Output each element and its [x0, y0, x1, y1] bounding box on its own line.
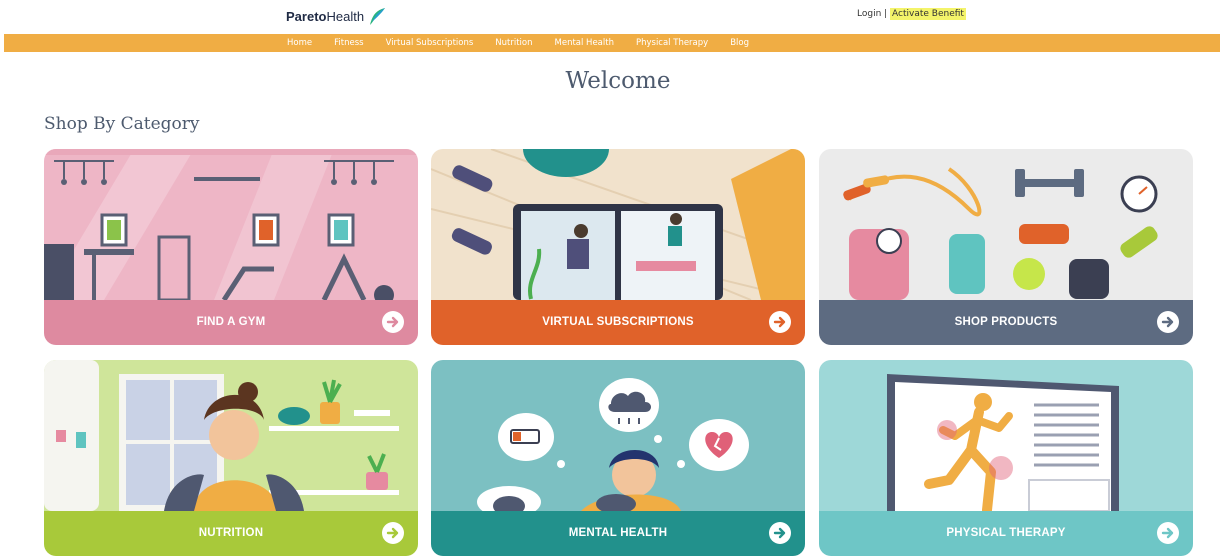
- category-card-mental-health[interactable]: MENTAL HEALTH: [431, 360, 805, 556]
- arrow-right-icon[interactable]: [1157, 311, 1179, 333]
- section-title: Shop By Category: [44, 114, 200, 134]
- category-card-find-a-gym[interactable]: FIND A GYM: [44, 149, 418, 345]
- category-label: MENTAL HEALTH: [568, 527, 668, 539]
- category-label: FIND A GYM: [196, 316, 266, 328]
- main-nav: Home Fitness Virtual Subscriptions Nutri…: [4, 34, 1220, 52]
- shop-products-illustration: [819, 149, 1193, 300]
- virtual-subscriptions-illustration: [431, 149, 805, 300]
- category-label: VIRTUAL SUBSCRIPTIONS: [542, 316, 694, 328]
- nav-home[interactable]: Home: [287, 38, 312, 48]
- physical-therapy-illustration: [819, 360, 1193, 511]
- nutrition-illustration: [44, 360, 418, 511]
- activate-benefit-link[interactable]: Activate Benefit: [890, 8, 966, 20]
- category-label: NUTRITION: [198, 527, 264, 539]
- page-title: Welcome: [565, 68, 671, 94]
- nav-physical-therapy[interactable]: Physical Therapy: [636, 38, 708, 48]
- category-label: SHOP PRODUCTS: [954, 316, 1058, 328]
- category-card-nutrition[interactable]: NUTRITION: [44, 360, 418, 556]
- login-link[interactable]: Login: [857, 9, 881, 19]
- category-card-shop-products[interactable]: SHOP PRODUCTS: [819, 149, 1193, 345]
- category-bar: NUTRITION: [44, 511, 418, 556]
- auth-separator: |: [881, 9, 891, 19]
- arrow-right-icon[interactable]: [382, 311, 404, 333]
- category-bar: FIND A GYM: [44, 300, 418, 345]
- paretohealth-logo[interactable]: Pareto Health: [286, 6, 386, 26]
- nav-blog[interactable]: Blog: [730, 38, 749, 48]
- arrow-right-icon[interactable]: [769, 522, 791, 544]
- auth-links: Login | Activate Benefit: [857, 8, 966, 20]
- category-bar: MENTAL HEALTH: [431, 511, 805, 556]
- gym-illustration: [44, 149, 418, 300]
- category-bar: VIRTUAL SUBSCRIPTIONS: [431, 300, 805, 345]
- logo-text-bold: Pareto: [286, 8, 327, 24]
- logo-text-light: Health: [326, 8, 365, 24]
- category-card-virtual-subscriptions[interactable]: VIRTUAL SUBSCRIPTIONS: [431, 149, 805, 345]
- arrow-right-icon[interactable]: [382, 522, 404, 544]
- leaf-logo-icon: [370, 8, 386, 25]
- nav-virtual-subscriptions[interactable]: Virtual Subscriptions: [386, 38, 474, 48]
- nav-items: Home Fitness Virtual Subscriptions Nutri…: [287, 34, 771, 52]
- category-card-physical-therapy[interactable]: PHYSICAL THERAPY: [819, 360, 1193, 556]
- nav-nutrition[interactable]: Nutrition: [495, 38, 532, 48]
- arrow-right-icon[interactable]: [769, 311, 791, 333]
- category-label: PHYSICAL THERAPY: [946, 527, 1066, 539]
- category-bar: SHOP PRODUCTS: [819, 300, 1193, 345]
- category-bar: PHYSICAL THERAPY: [819, 511, 1193, 556]
- nav-mental-health[interactable]: Mental Health: [555, 38, 614, 48]
- top-header: Pareto Health Login | Activate Benefit: [0, 0, 1220, 34]
- nav-fitness[interactable]: Fitness: [334, 38, 363, 48]
- mental-health-illustration: [431, 360, 805, 511]
- arrow-right-icon[interactable]: [1157, 522, 1179, 544]
